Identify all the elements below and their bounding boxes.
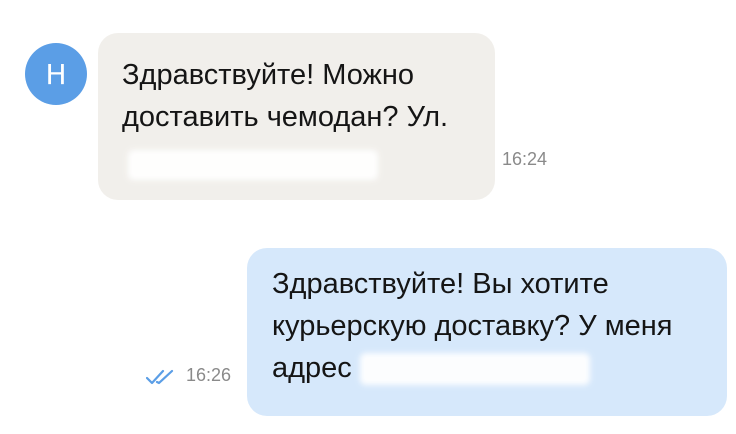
message-line: Здравствуйте! Можно [122, 59, 415, 91]
message-line: доставить чемодан? Ул. [122, 101, 449, 133]
message-line-redacted [122, 138, 475, 181]
avatar[interactable]: H [25, 43, 87, 105]
message-line: курьерскую доставку? У меня [272, 310, 673, 342]
redacted-text [359, 353, 590, 386]
incoming-message-bubble[interactable]: Здравствуйте! Можно доставить чемодан? У… [98, 33, 495, 200]
message-line: адрес [272, 347, 707, 389]
double-check-icon [146, 369, 174, 385]
avatar-letter: H [45, 57, 67, 91]
outgoing-message-bubble[interactable]: Здравствуйте! Вы хотите курьерскую доста… [247, 248, 727, 416]
redacted-text [128, 150, 378, 181]
message-line: Здравствуйте! Вы хотите [272, 268, 609, 300]
message-time: 16:26 [186, 365, 232, 385]
message-line-text: адрес [272, 352, 352, 384]
message-time: 16:24 [502, 149, 548, 169]
